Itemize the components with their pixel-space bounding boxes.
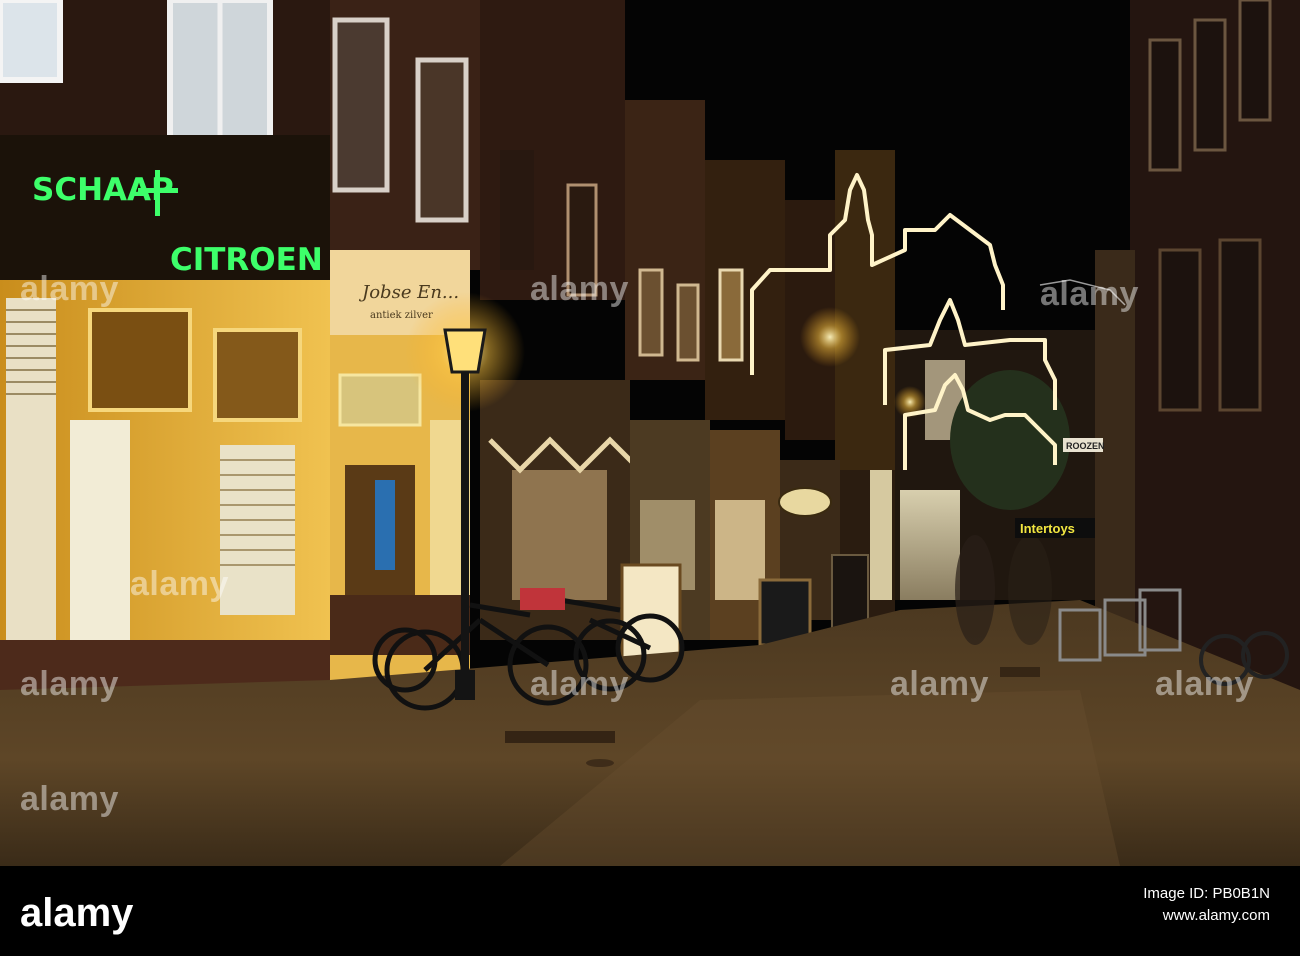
neon-sign-right: CITROEN xyxy=(170,242,323,278)
roozen-sign: ROOZEN xyxy=(1066,441,1105,451)
stock-info-bar xyxy=(0,866,1300,956)
photo-frame: SCHAAP CITROEN Jobse En... antiek zilver… xyxy=(0,0,1300,956)
stock-url[interactable]: www.alamy.com xyxy=(1163,907,1270,924)
intertoys-sign: Intertoys xyxy=(1020,521,1075,536)
watermark: alamy xyxy=(130,565,229,603)
antique-shop-sign: Jobse En... xyxy=(358,282,459,303)
alamy-logo: alamy xyxy=(20,891,134,935)
watermark: alamy xyxy=(890,665,989,703)
watermark: alamy xyxy=(20,270,119,308)
watermark: alamy xyxy=(20,665,119,703)
image-id: Image ID: PB0B1N xyxy=(1143,885,1270,902)
night-street-photo: SCHAAP CITROEN Jobse En... antiek zilver… xyxy=(0,0,1300,866)
antique-shop-subtitle: antiek zilver xyxy=(370,310,433,321)
watermark: alamy xyxy=(530,665,629,703)
watermark: alamy xyxy=(20,780,119,818)
watermark: alamy xyxy=(1155,665,1254,703)
watermark: alamy xyxy=(530,270,629,308)
watermark: alamy xyxy=(1040,275,1139,313)
